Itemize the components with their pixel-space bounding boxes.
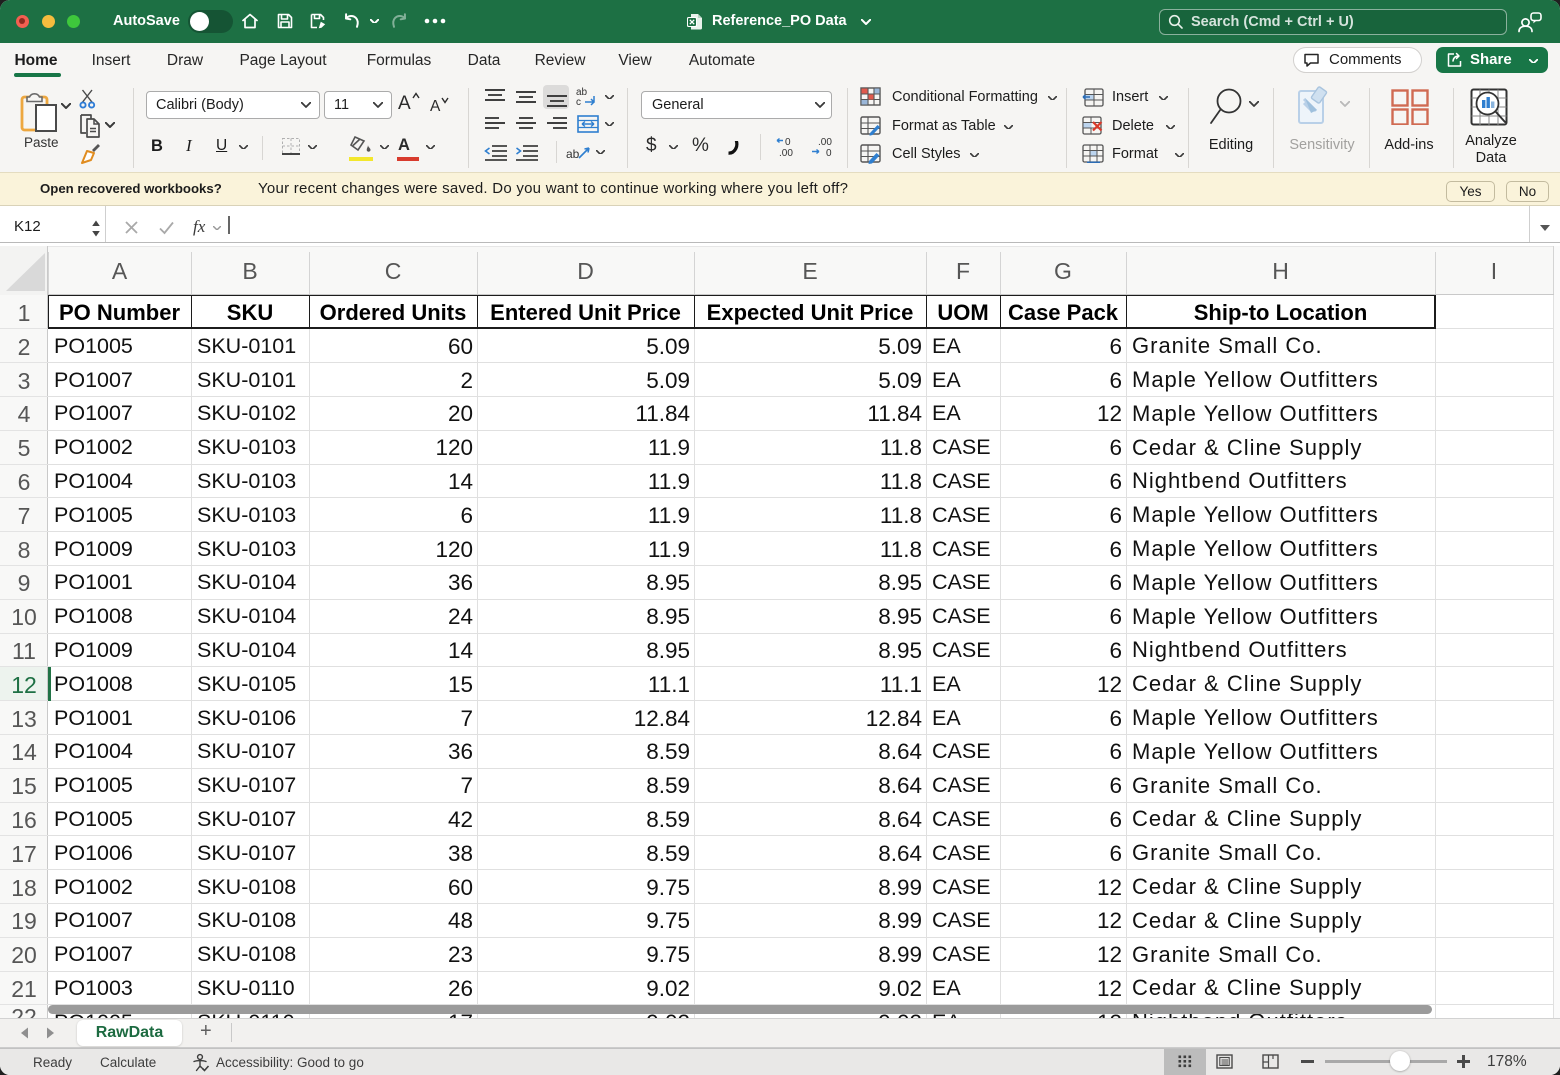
svg-text:0: 0 — [826, 148, 832, 159]
svg-text:c: c — [576, 97, 581, 108]
svg-text:ab: ab — [566, 147, 580, 161]
svg-text:.00: .00 — [818, 137, 832, 148]
svg-text:.00: .00 — [779, 148, 793, 159]
svg-text:0: 0 — [785, 137, 791, 148]
